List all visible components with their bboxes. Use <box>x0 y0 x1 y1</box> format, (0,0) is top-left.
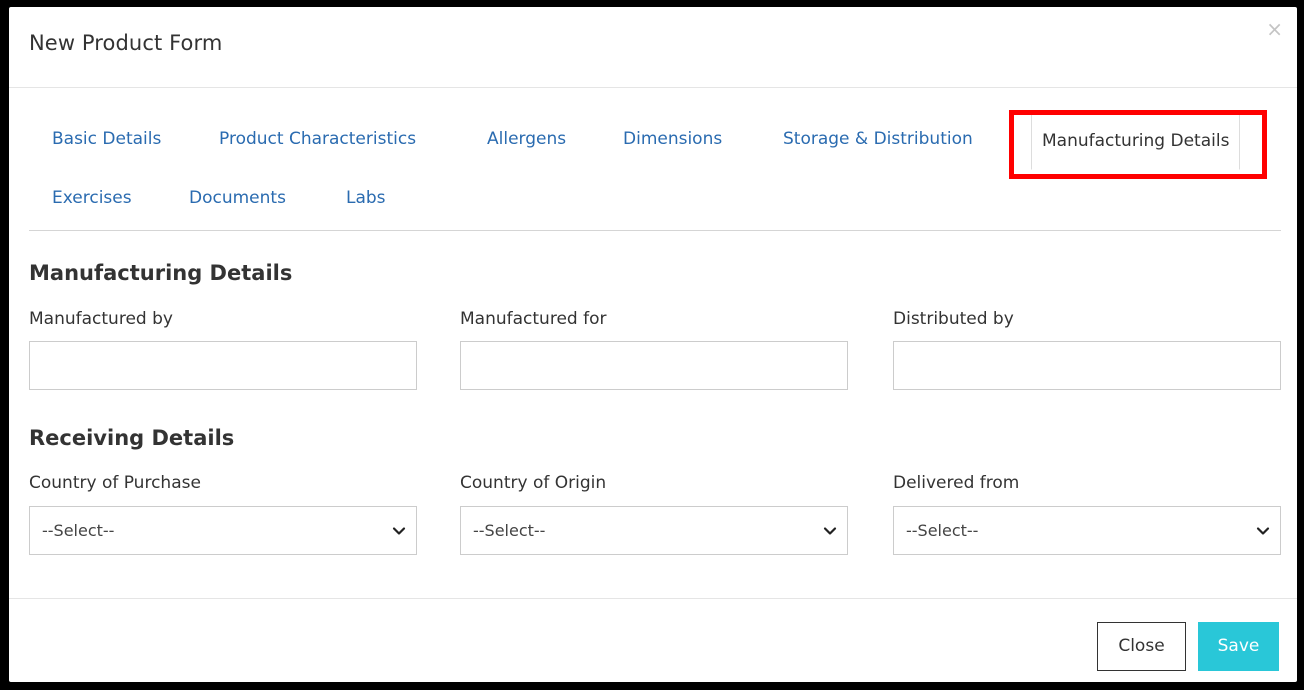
manufacturing-details-heading: Manufacturing Details <box>29 261 293 285</box>
tab-storage-distribution[interactable]: Storage & Distribution <box>783 129 973 149</box>
delivered-from-select[interactable]: --Select-- <box>893 506 1281 555</box>
tab-manufacturing-details[interactable]: Manufacturing Details <box>1031 110 1241 170</box>
chevron-down-icon <box>1256 527 1270 535</box>
country-of-purchase-select[interactable]: --Select-- <box>29 506 417 555</box>
modal-header: New Product Form × <box>9 7 1297 88</box>
delivered-from-value: --Select-- <box>906 521 979 540</box>
country-of-origin-value: --Select-- <box>473 521 546 540</box>
tab-exercises[interactable]: Exercises <box>52 188 132 208</box>
tabs-divider <box>29 230 1281 231</box>
tab-documents[interactable]: Documents <box>189 188 286 208</box>
chevron-down-icon <box>392 527 406 535</box>
close-button[interactable]: Close <box>1097 622 1186 671</box>
receiving-details-heading: Receiving Details <box>29 426 235 450</box>
manufactured-by-input[interactable] <box>29 341 417 390</box>
distributed-by-input[interactable] <box>893 341 1281 390</box>
tab-allergens[interactable]: Allergens <box>487 129 566 149</box>
tab-dimensions[interactable]: Dimensions <box>623 129 722 149</box>
country-of-origin-select[interactable]: --Select-- <box>460 506 848 555</box>
tab-product-characteristics[interactable]: Product Characteristics <box>219 129 416 149</box>
save-button[interactable]: Save <box>1198 622 1279 671</box>
country-of-purchase-label: Country of Purchase <box>29 473 201 493</box>
country-of-purchase-value: --Select-- <box>42 521 115 540</box>
tab-basic-details[interactable]: Basic Details <box>52 129 161 149</box>
tab-labs[interactable]: Labs <box>346 188 386 208</box>
new-product-modal: New Product Form × Basic Details Product… <box>9 7 1297 682</box>
distributed-by-label: Distributed by <box>893 309 1014 329</box>
country-of-origin-label: Country of Origin <box>460 473 607 493</box>
modal-footer-divider <box>9 598 1297 599</box>
manufactured-for-label: Manufactured for <box>460 309 607 329</box>
modal-title: New Product Form <box>29 31 223 55</box>
manufactured-by-label: Manufactured by <box>29 309 173 329</box>
close-icon[interactable]: × <box>1266 19 1283 39</box>
manufactured-for-input[interactable] <box>460 341 848 390</box>
delivered-from-label: Delivered from <box>893 473 1020 493</box>
chevron-down-icon <box>823 527 837 535</box>
